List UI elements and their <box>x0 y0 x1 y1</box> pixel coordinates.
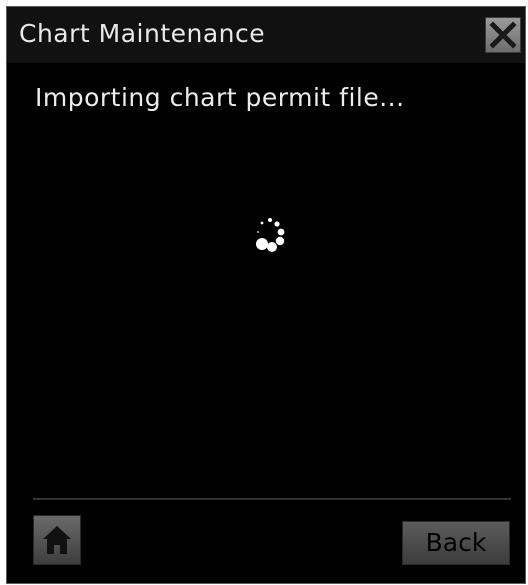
back-button[interactable]: Back <box>402 521 510 565</box>
status-message: Importing chart permit file... <box>35 83 405 112</box>
chart-maintenance-dialog: Chart Maintenance Importing chart permit… <box>6 6 526 584</box>
close-button[interactable] <box>485 17 521 53</box>
loading-spinner-icon <box>256 218 285 252</box>
home-button[interactable] <box>33 515 81 565</box>
close-icon <box>489 21 517 49</box>
dialog-title: Chart Maintenance <box>19 19 266 48</box>
home-icon <box>43 526 71 554</box>
title-bar: Chart Maintenance <box>7 7 525 63</box>
footer-divider <box>33 498 511 500</box>
